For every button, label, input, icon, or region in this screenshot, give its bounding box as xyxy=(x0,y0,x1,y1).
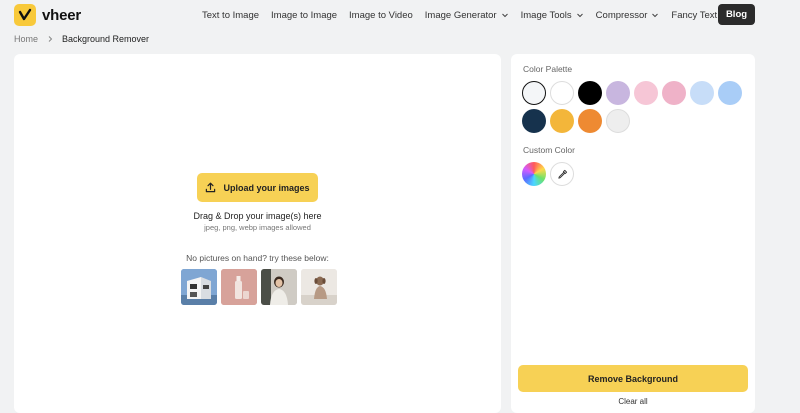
nav-image-generator[interactable]: Image Generator xyxy=(425,10,509,21)
nav-label: Fancy Text xyxy=(671,9,718,21)
options-panel xyxy=(511,54,755,413)
upload-icon xyxy=(206,182,216,193)
color-swatch[interactable] xyxy=(606,109,630,133)
color-swatch[interactable] xyxy=(550,81,574,105)
brand-logo[interactable]: vheer xyxy=(14,4,81,26)
drag-drop-title: Drag & Drop your image(s) here xyxy=(193,211,322,221)
blog-button[interactable]: Blog xyxy=(718,4,755,25)
nav-label: Image to Image xyxy=(271,9,338,21)
nav-label: Image to Video xyxy=(349,9,413,21)
sample-woman-thumbnail[interactable] xyxy=(261,269,297,305)
sample-bottle-thumbnail[interactable] xyxy=(221,269,257,305)
nav-label: Image Tools xyxy=(520,9,572,21)
sample-building-thumbnail[interactable] xyxy=(181,269,217,305)
color-swatch[interactable] xyxy=(578,109,602,133)
nav-image-tools[interactable]: Image Tools xyxy=(521,10,584,21)
nav-image-to-image[interactable]: Image to Image xyxy=(271,10,337,21)
color-swatch[interactable] xyxy=(718,81,742,105)
breadcrumb-home[interactable]: Home xyxy=(14,34,38,44)
sample-dog-thumbnail[interactable] xyxy=(301,269,337,305)
eyedropper-icon xyxy=(557,169,567,179)
sample-images xyxy=(181,269,337,305)
custom-color-label: Custom Color xyxy=(523,145,575,155)
top-navbar: vheer Text to Image Image to Image Image… xyxy=(0,0,800,30)
chevron-down-icon xyxy=(501,13,508,18)
color-swatch[interactable] xyxy=(606,81,630,105)
color-swatch[interactable] xyxy=(522,81,546,105)
nav-text-to-image[interactable]: Text to Image xyxy=(202,10,259,21)
breadcrumb-current: Background Remover xyxy=(62,34,150,44)
chevron-down-icon xyxy=(652,13,659,18)
nav-links: Text to Image Image to Image Image to Vi… xyxy=(202,0,729,30)
chevron-right-icon xyxy=(48,36,53,42)
upload-button-label: Upload your images xyxy=(223,182,310,193)
vheer-logo-icon xyxy=(14,4,36,26)
color-swatch[interactable] xyxy=(522,109,546,133)
color-swatch[interactable] xyxy=(578,81,602,105)
nav-compressor[interactable]: Compressor xyxy=(596,10,660,21)
nav-image-to-video[interactable]: Image to Video xyxy=(349,10,413,21)
color-swatch[interactable] xyxy=(690,81,714,105)
nav-label: Text to Image xyxy=(202,9,260,21)
nav-label: Compressor xyxy=(595,9,648,21)
breadcrumb: Home Background Remover xyxy=(14,32,149,46)
color-wheel-icon[interactable] xyxy=(522,162,546,186)
remove-background-button[interactable]: Remove Background xyxy=(518,365,748,392)
clear-all-link[interactable]: Clear all xyxy=(518,397,748,406)
chevron-down-icon xyxy=(576,13,583,18)
brand-name: vheer xyxy=(42,6,82,24)
color-swatch[interactable] xyxy=(550,109,574,133)
allowed-formats-text: jpeg, png, webp images allowed xyxy=(204,223,311,232)
eyedropper-button[interactable] xyxy=(550,162,574,186)
color-swatch[interactable] xyxy=(662,81,686,105)
upload-panel[interactable] xyxy=(14,54,501,413)
color-swatch[interactable] xyxy=(634,81,658,105)
nav-label: Image Generator xyxy=(424,9,497,21)
color-palette-label: Color Palette xyxy=(523,64,573,74)
upload-images-button[interactable]: Upload your images xyxy=(197,173,318,202)
try-samples-text: No pictures on hand? try these below: xyxy=(186,253,329,263)
